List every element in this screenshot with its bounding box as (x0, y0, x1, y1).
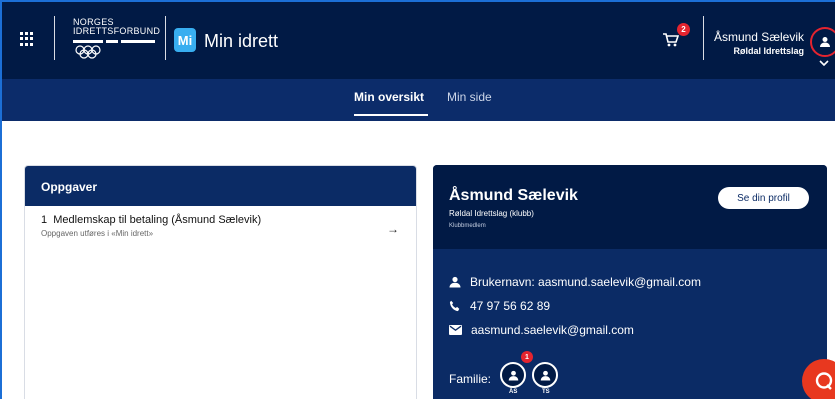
chat-icon (815, 372, 833, 390)
user-icon (449, 276, 461, 288)
header-divider (165, 16, 166, 60)
cart-icon[interactable] (662, 32, 680, 48)
family-initials: ÅS (509, 389, 518, 395)
header-divider (703, 16, 704, 60)
profile-club: Røldal Idrettslag (klubb) (449, 209, 534, 218)
view-profile-button[interactable]: Se din profil (718, 187, 809, 209)
task-number: 1 (41, 214, 48, 226)
family-notification-badge: 1 (521, 351, 533, 363)
phone-row: 47 97 56 62 89 (449, 299, 550, 313)
olympic-rings-icon (75, 45, 101, 59)
user-icon (820, 37, 830, 47)
user-icon (540, 370, 550, 381)
sub-navigation: Min oversikt Min side (2, 79, 835, 121)
app-title[interactable]: Min idrett (204, 31, 278, 52)
family-initials: TS (542, 389, 550, 395)
user-icon (508, 370, 518, 381)
username-row: Brukernavn: aasmund.saelevik@gmail.com (449, 275, 701, 289)
tab-min-oversikt[interactable]: Min oversikt (354, 90, 424, 104)
phone-icon (449, 300, 460, 312)
nif-logo[interactable]: NORGES IDRETTSFORBUND (73, 18, 160, 36)
family-member-avatar[interactable] (500, 362, 526, 388)
task-subtitle: Oppgaven utføres i «Min idrett» (41, 229, 154, 238)
tasks-card: Oppgaver 1 Medlemskap til betaling (Åsmu… (24, 165, 417, 399)
task-item[interactable]: 1 Medlemskap til betaling (Åsmund Sælevi… (41, 214, 401, 238)
task-title-text: Medlemskap til betaling (Åsmund Sælevik) (53, 214, 262, 226)
phone-text: 47 97 56 62 89 (470, 299, 551, 313)
header-divider (54, 16, 55, 60)
page-frame: NORGES IDRETTSFORBUND Mi Min idrett 2 Ås… (0, 0, 835, 399)
active-tab-indicator (354, 114, 428, 116)
email-row: aasmund.saelevik@gmail.com (449, 323, 634, 337)
profile-role: Klubbmedlem (449, 223, 486, 229)
org-name-line2: IDRETTSFORBUND (73, 26, 161, 36)
header-user-name[interactable]: Åsmund Sælevik (714, 30, 804, 44)
cart-count-badge: 2 (677, 23, 690, 36)
header-user-club[interactable]: Røldal Idrettslag (733, 46, 804, 56)
top-header: NORGES IDRETTSFORBUND Mi Min idrett 2 Ås… (2, 2, 835, 79)
chat-button[interactable] (802, 359, 835, 399)
task-title[interactable]: 1 Medlemskap til betaling (Åsmund Sælevi… (41, 214, 401, 226)
app-logo-badge[interactable]: Mi (174, 28, 196, 52)
profile-card: Åsmund Sælevik Røldal Idrettslag (klubb)… (433, 165, 827, 399)
mail-icon (449, 325, 462, 335)
email-text: aasmund.saelevik@gmail.com (471, 323, 634, 337)
arrow-right-icon[interactable]: → (387, 222, 399, 236)
family-label: Familie: (449, 372, 492, 386)
profile-header: Åsmund Sælevik Røldal Idrettslag (klubb)… (433, 165, 827, 249)
tab-min-side[interactable]: Min side (447, 90, 492, 104)
family-member-avatar[interactable] (532, 362, 558, 388)
grid-icon[interactable] (20, 32, 34, 46)
username-text: Brukernavn: aasmund.saelevik@gmail.com (470, 275, 701, 289)
profile-name: Åsmund Sælevik (449, 187, 578, 204)
tasks-title: Oppgaver (25, 166, 416, 206)
nif-logo-bars (73, 40, 155, 43)
chevron-down-icon[interactable] (819, 60, 829, 66)
user-menu-button[interactable] (810, 27, 835, 57)
